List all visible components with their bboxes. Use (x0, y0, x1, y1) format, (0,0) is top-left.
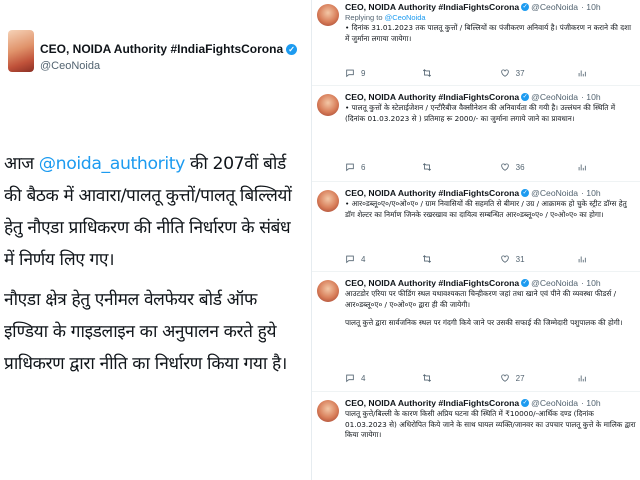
views-button[interactable] (577, 162, 615, 172)
like-icon (500, 374, 509, 382)
like-button[interactable]: 27 (500, 373, 538, 383)
tweet-text: • दिनांक 31.01.2023 तक पालतू कुत्तों / ब… (345, 23, 631, 43)
handle[interactable]: @CeoNoida (531, 2, 578, 12)
tweet-text: आउटडोर एरिया पर फीडिंग स्थल यथावश्यकता च… (345, 289, 623, 327)
display-name[interactable]: CEO, NOIDA Authority #IndiaFightsCorona (40, 42, 283, 56)
main-tweet-panel: CEO, NOIDA Authority #IndiaFightsCorona … (0, 0, 303, 480)
reply-icon (346, 163, 354, 172)
like-button[interactable]: 36 (500, 162, 538, 172)
handle[interactable]: @CeoNoida (531, 398, 578, 408)
retweet-button[interactable] (422, 68, 460, 78)
main-tweet-header: CEO, NOIDA Authority #IndiaFightsCorona … (8, 30, 298, 72)
timestamp[interactable]: · 10h (581, 188, 601, 198)
thread-tweet[interactable]: CEO, NOIDA Authority #IndiaFightsCorona … (312, 0, 640, 86)
display-name[interactable]: CEO, NOIDA Authority #IndiaFightsCorona (345, 92, 519, 102)
retweet-icon (423, 69, 432, 77)
reply-button[interactable]: 6 (345, 162, 383, 172)
like-icon (500, 69, 509, 77)
display-name[interactable]: CEO, NOIDA Authority #IndiaFightsCorona (345, 398, 519, 408)
text-before-mention: आज (4, 154, 39, 174)
retweet-icon (423, 163, 432, 171)
reply-button[interactable]: 4 (345, 373, 383, 383)
tweet-actions: 6 36 (345, 162, 615, 172)
verified-badge-icon: ✓ (286, 43, 298, 55)
main-tweet-paragraph-2: नौएडा क्षेत्र हेतु एनीमल वेलफेयर बोर्ड ऑ… (4, 290, 287, 374)
retweet-button[interactable] (422, 373, 460, 383)
reply-button[interactable]: 4 (345, 254, 383, 264)
views-icon (578, 256, 586, 263)
retweet-button[interactable] (422, 162, 460, 172)
tweet-text: • आर०डब्लू०ए०/ए०ओ०ए० / ग्राम निवासियों क… (345, 199, 627, 219)
tweet-actions: 9 37 (345, 68, 615, 78)
avatar[interactable] (317, 280, 339, 302)
main-tweet-text: आज @noida_authority की 207वीं बोर्ड की ब… (4, 148, 300, 388)
retweet-button[interactable] (422, 254, 460, 264)
avatar[interactable] (317, 400, 339, 422)
reply-button[interactable]: 9 (345, 68, 383, 78)
reply-icon (346, 374, 354, 383)
timestamp[interactable]: · 10h (581, 92, 601, 102)
like-button[interactable]: 37 (500, 68, 538, 78)
views-button[interactable] (577, 68, 615, 78)
views-icon (578, 70, 586, 77)
handle[interactable]: @CeoNoida (531, 278, 578, 288)
thread-tweet[interactable]: CEO, NOIDA Authority #IndiaFightsCorona … (312, 186, 640, 272)
verified-badge-icon: ✓ (521, 399, 530, 407)
replying-to: Replying to @CeoNoida (345, 13, 426, 22)
timestamp[interactable]: · 10h (581, 2, 601, 12)
display-name[interactable]: CEO, NOIDA Authority #IndiaFightsCorona (345, 188, 519, 198)
retweet-icon (423, 374, 432, 382)
thread-tweet[interactable]: CEO, NOIDA Authority #IndiaFightsCorona … (312, 276, 640, 392)
reply-to-link[interactable]: @CeoNoida (385, 13, 426, 22)
timestamp[interactable]: · 10h (581, 398, 601, 408)
views-button[interactable] (577, 373, 615, 383)
reply-icon (346, 69, 354, 78)
handle[interactable]: @CeoNoida (531, 188, 578, 198)
like-icon (500, 255, 509, 263)
verified-badge-icon: ✓ (521, 93, 530, 101)
display-name[interactable]: CEO, NOIDA Authority #IndiaFightsCorona (345, 2, 519, 12)
tweet-text: • पालतू कुत्तों के स्टेलाईजेशन / एन्टीरै… (345, 103, 616, 123)
timestamp[interactable]: · 10h (581, 278, 601, 288)
handle[interactable]: @CeoNoida (40, 60, 297, 72)
thread-tweet[interactable]: CEO, NOIDA Authority #IndiaFightsCorona … (312, 90, 640, 182)
verified-badge-icon: ✓ (521, 189, 530, 197)
tweet-actions: 4 27 (345, 373, 615, 383)
like-button[interactable]: 31 (500, 254, 538, 264)
views-icon (578, 375, 586, 382)
verified-badge-icon: ✓ (521, 3, 530, 11)
avatar[interactable] (317, 94, 339, 116)
thread-tweet[interactable]: CEO, NOIDA Authority #IndiaFightsCorona … (312, 396, 640, 480)
tweet-text: पालतू कुत्ते/बिल्ली के कारण किसी अप्रिय … (345, 409, 636, 439)
avatar[interactable] (8, 30, 34, 72)
tweet-actions: 4 31 (345, 254, 615, 264)
display-name[interactable]: CEO, NOIDA Authority #IndiaFightsCorona (345, 278, 519, 288)
retweet-icon (423, 255, 432, 263)
like-icon (500, 163, 509, 171)
handle[interactable]: @CeoNoida (531, 92, 578, 102)
verified-badge-icon: ✓ (521, 279, 530, 287)
reply-icon (346, 255, 354, 264)
views-icon (578, 164, 586, 171)
mention-link[interactable]: @noida_authority (39, 154, 186, 174)
views-button[interactable] (577, 254, 615, 264)
avatar[interactable] (317, 4, 339, 26)
thread-panel: CEO, NOIDA Authority #IndiaFightsCorona … (311, 0, 640, 480)
avatar[interactable] (317, 190, 339, 212)
